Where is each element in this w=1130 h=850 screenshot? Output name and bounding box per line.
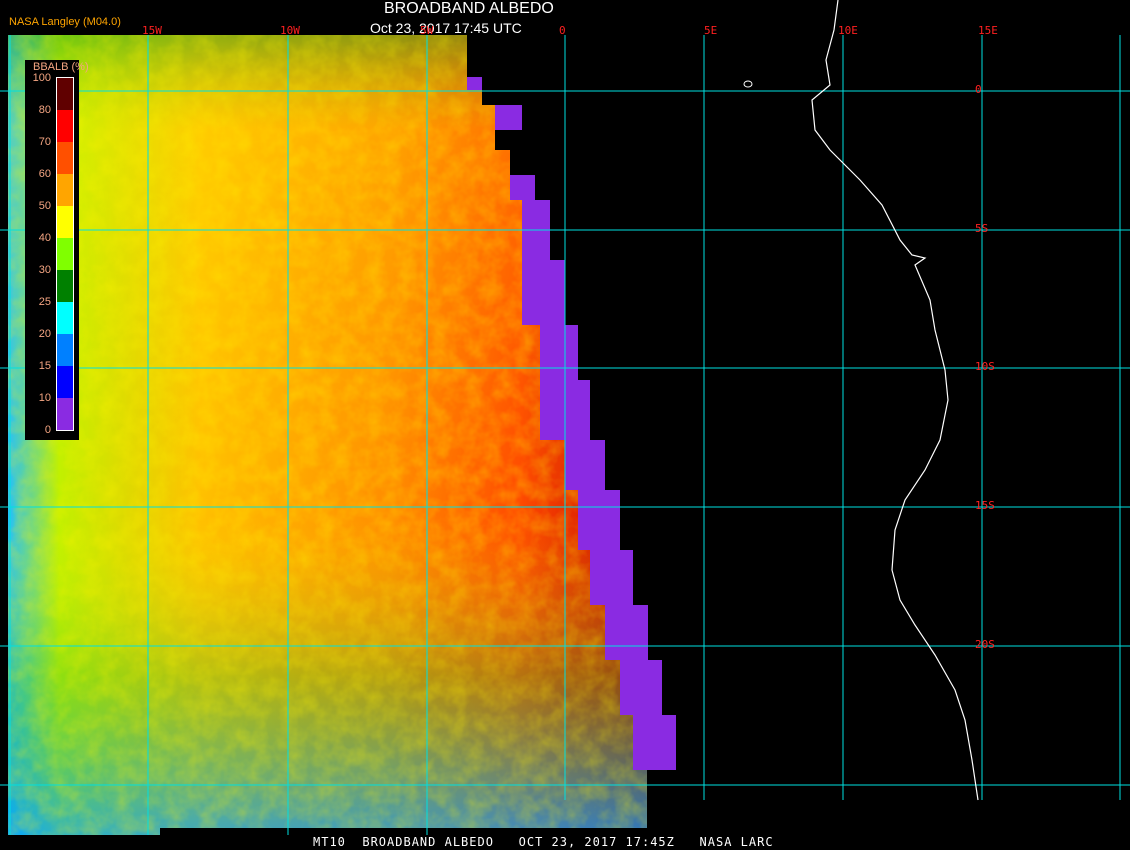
legend-swatch <box>57 142 73 174</box>
legend-tick: 50 <box>38 200 51 212</box>
albedo-map: BROADBAND ALBEDO Oct 23, 2017 17:45 UTC … <box>0 0 1130 850</box>
legend-tick: 15 <box>38 360 51 372</box>
legend-color-bar <box>56 77 74 431</box>
lon-label: 10W <box>280 24 300 37</box>
legend-tick: 25 <box>38 296 51 308</box>
legend-tick: 40 <box>38 232 51 244</box>
lon-label: 15E <box>978 24 998 37</box>
legend-tick: 0 <box>44 424 51 436</box>
legend-swatch <box>57 270 73 302</box>
coastline <box>811 0 979 801</box>
map-canvas <box>0 0 1130 835</box>
legend-swatch <box>57 398 73 430</box>
legend-swatch <box>57 302 73 334</box>
legend-swatch <box>57 334 73 366</box>
legend-tick: 20 <box>38 328 51 340</box>
lat-label: 0 <box>975 83 982 96</box>
lat-label: 5S <box>975 222 989 235</box>
lat-label: 15S <box>975 499 995 512</box>
legend-swatch <box>57 206 73 238</box>
legend-swatch <box>57 174 73 206</box>
footer-caption: MT10 BROADBAND ALBEDO OCT 23, 2017 17:45… <box>313 835 774 849</box>
lon-label: 10E <box>838 24 858 37</box>
map-timestamp: Oct 23, 2017 17:45 UTC <box>370 20 522 36</box>
legend-tick: 80 <box>38 104 51 116</box>
map-title: BROADBAND ALBEDO <box>384 0 554 17</box>
credit-label: NASA Langley (M04.0) <box>9 16 121 28</box>
legend-swatch <box>57 238 73 270</box>
legend-swatch <box>57 110 73 142</box>
legend-tick: 60 <box>38 168 51 180</box>
imagery <box>8 35 676 835</box>
lon-label: 0 <box>559 24 566 37</box>
color-legend: BBALB (%) 0 10 15 20 25 30 40 50 60 70 80 100 <box>25 60 89 440</box>
lat-label: 20S <box>975 638 995 651</box>
lon-label: 5W <box>420 24 434 37</box>
legend-tick: 100 <box>32 72 51 84</box>
legend-tick: 70 <box>38 136 51 148</box>
island-outline <box>743 80 753 88</box>
legend-tick: 30 <box>38 264 51 276</box>
legend-swatch <box>57 78 73 110</box>
lon-label: 15W <box>142 24 162 37</box>
legend-swatch <box>57 366 73 398</box>
lat-label: 10S <box>975 360 995 373</box>
legend-tick: 10 <box>38 392 51 404</box>
lon-label: 5E <box>704 24 718 37</box>
